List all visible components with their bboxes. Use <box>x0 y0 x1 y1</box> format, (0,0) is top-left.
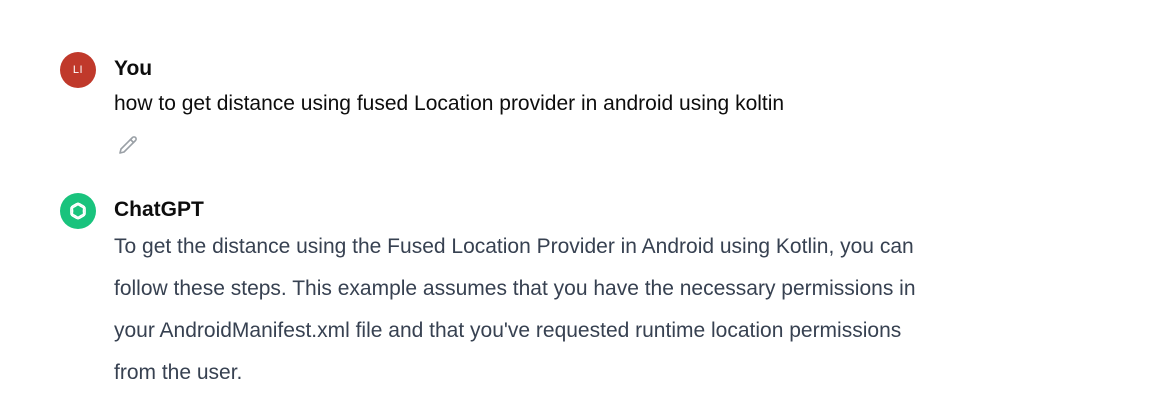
reply-line: from the user. <box>114 361 243 384</box>
assistant-message-body: ChatGPT To get the distance using the Fu… <box>114 193 1064 394</box>
assistant-message-text: To get the distance using the Fused Loca… <box>114 226 1064 394</box>
assistant-author-name: ChatGPT <box>114 198 204 221</box>
user-message-body: You how to get distance using fused Loca… <box>114 52 1064 154</box>
conversation-thread: LI You how to get distance using fused L… <box>0 0 1165 403</box>
pencil-icon <box>119 136 137 154</box>
reply-line: To get the distance using the Fused Loca… <box>114 235 914 258</box>
user-author-name: You <box>114 57 153 80</box>
user-avatar-initials: LI <box>72 64 84 76</box>
openai-logo-icon <box>70 202 86 220</box>
reply-line: your AndroidManifest.xml file and that y… <box>114 319 902 342</box>
assistant-avatar <box>60 193 96 229</box>
user-message-text: how to get distance using fused Location… <box>114 92 785 115</box>
edit-message-button[interactable] <box>116 134 140 158</box>
user-avatar: LI <box>60 52 96 88</box>
reply-line: follow these steps. This example assumes… <box>114 277 916 300</box>
